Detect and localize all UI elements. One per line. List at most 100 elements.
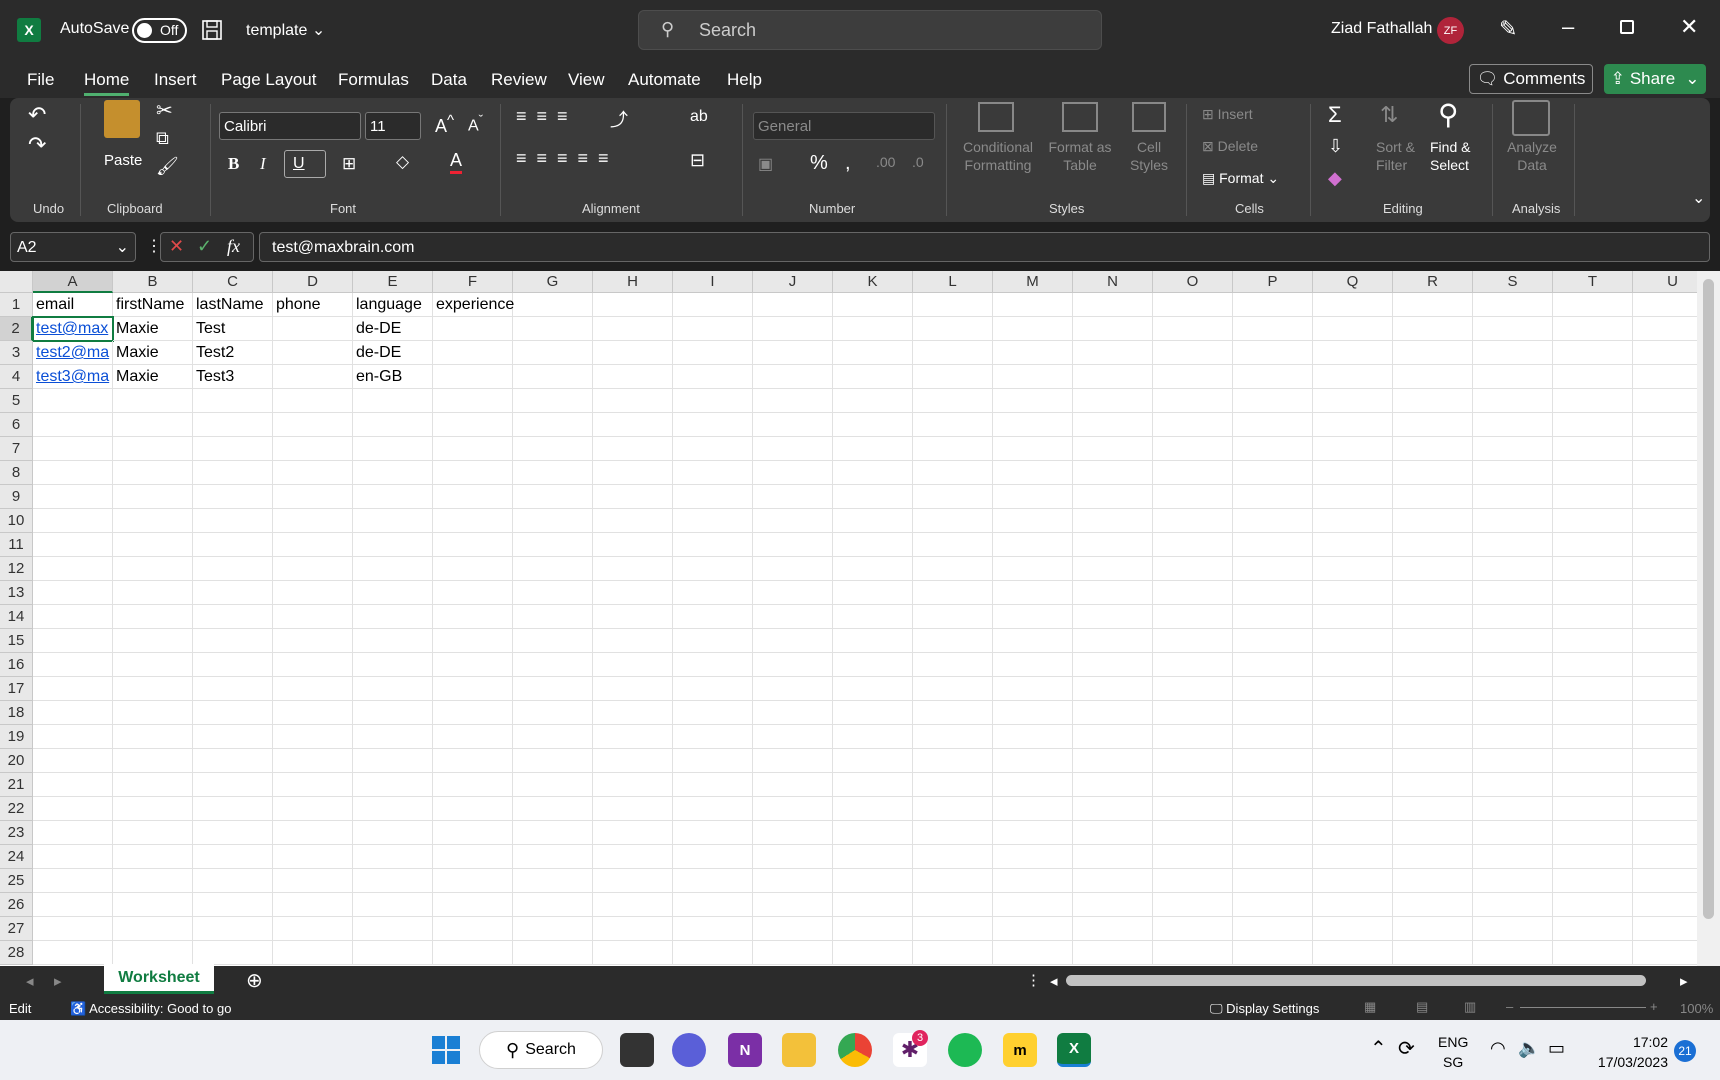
accessibility-status[interactable]: ♿ Accessibility: Good to go <box>70 1001 231 1017</box>
cell[interactable] <box>113 413 193 437</box>
cell[interactable] <box>433 629 513 653</box>
cell[interactable] <box>673 653 753 677</box>
row-header[interactable]: 28 <box>0 941 33 965</box>
column-header[interactable]: A <box>33 271 113 293</box>
cell[interactable] <box>1553 341 1633 365</box>
row-header[interactable]: 3 <box>0 341 33 365</box>
cell[interactable] <box>33 773 113 797</box>
cell[interactable]: test2@ma <box>33 341 113 365</box>
row-header[interactable]: 24 <box>0 845 33 869</box>
cell[interactable] <box>1233 725 1313 749</box>
cell[interactable] <box>433 317 513 341</box>
cell[interactable] <box>993 701 1073 725</box>
italic-icon[interactable]: I <box>260 154 266 174</box>
cell[interactable] <box>593 821 673 845</box>
cell[interactable] <box>673 869 753 893</box>
format-painter-icon[interactable]: 🖌 <box>156 156 179 177</box>
cell[interactable] <box>673 437 753 461</box>
minimize-icon[interactable]: – <box>1562 14 1574 40</box>
cell[interactable] <box>1393 605 1473 629</box>
cell[interactable] <box>833 581 913 605</box>
miro-icon[interactable]: m <box>1003 1033 1037 1067</box>
tab-page-layout[interactable]: Page Layout <box>221 70 316 90</box>
cell[interactable] <box>833 677 913 701</box>
cell[interactable] <box>1473 821 1553 845</box>
cell[interactable] <box>33 437 113 461</box>
number-format-select[interactable]: General <box>753 112 935 140</box>
cell[interactable]: Maxie <box>113 317 193 341</box>
column-header[interactable]: N <box>1073 271 1153 293</box>
increase-decimal-icon[interactable]: .00 <box>876 154 895 170</box>
cell[interactable] <box>1393 389 1473 413</box>
cell[interactable] <box>833 557 913 581</box>
cell[interactable] <box>273 365 353 389</box>
cell[interactable] <box>433 845 513 869</box>
cell[interactable] <box>353 653 433 677</box>
cell[interactable] <box>193 605 273 629</box>
cell[interactable] <box>193 917 273 941</box>
cell[interactable] <box>433 437 513 461</box>
cell[interactable] <box>273 629 353 653</box>
cell[interactable] <box>833 797 913 821</box>
cell[interactable] <box>753 941 833 965</box>
cell[interactable] <box>1553 821 1633 845</box>
cell[interactable] <box>833 389 913 413</box>
cell[interactable] <box>513 629 593 653</box>
cell[interactable] <box>353 605 433 629</box>
cell[interactable] <box>1073 341 1153 365</box>
cell[interactable] <box>1393 893 1473 917</box>
cell[interactable] <box>1153 677 1233 701</box>
cell[interactable] <box>193 701 273 725</box>
cell[interactable] <box>1073 821 1153 845</box>
cell[interactable] <box>1553 869 1633 893</box>
cell[interactable] <box>1153 581 1233 605</box>
cell[interactable] <box>353 917 433 941</box>
share-button[interactable]: ⇪ Share ⌄ <box>1604 64 1706 94</box>
row-header[interactable]: 20 <box>0 749 33 773</box>
cell[interactable] <box>1393 653 1473 677</box>
cell[interactable] <box>673 773 753 797</box>
cell[interactable] <box>1313 341 1393 365</box>
cell[interactable] <box>1073 629 1153 653</box>
cell[interactable] <box>433 797 513 821</box>
cell[interactable] <box>1393 773 1473 797</box>
cell[interactable] <box>353 941 433 965</box>
sheet-tab-worksheet[interactable]: Worksheet <box>104 964 214 994</box>
cell[interactable] <box>1313 533 1393 557</box>
cell[interactable] <box>193 677 273 701</box>
cell[interactable] <box>1153 317 1233 341</box>
cell[interactable] <box>1153 797 1233 821</box>
cell[interactable] <box>913 749 993 773</box>
cell[interactable] <box>1553 917 1633 941</box>
column-header[interactable]: Q <box>1313 271 1393 293</box>
cell[interactable] <box>993 797 1073 821</box>
comma-icon[interactable]: , <box>845 152 851 175</box>
comments-button[interactable]: 🗨 Comments <box>1469 64 1593 94</box>
row-header[interactable]: 8 <box>0 461 33 485</box>
scroll-right-icon[interactable]: ▸ <box>54 972 62 990</box>
cell[interactable]: en-GB <box>353 365 433 389</box>
cell[interactable] <box>273 797 353 821</box>
cell[interactable] <box>1553 437 1633 461</box>
cell[interactable] <box>593 629 673 653</box>
cell[interactable] <box>753 365 833 389</box>
cell[interactable] <box>753 893 833 917</box>
cell[interactable] <box>273 893 353 917</box>
cell[interactable] <box>1313 941 1393 965</box>
row-header[interactable]: 13 <box>0 581 33 605</box>
bold-icon[interactable]: B <box>228 154 239 174</box>
cell[interactable] <box>353 389 433 413</box>
cell[interactable] <box>273 581 353 605</box>
cell[interactable] <box>273 917 353 941</box>
cell[interactable] <box>1393 365 1473 389</box>
cell[interactable] <box>1233 677 1313 701</box>
zoom-out-icon[interactable]: – <box>1506 999 1513 1014</box>
cell[interactable] <box>513 581 593 605</box>
cell[interactable] <box>1553 941 1633 965</box>
cell[interactable] <box>1233 485 1313 509</box>
cell[interactable] <box>1073 845 1153 869</box>
cell[interactable] <box>1393 557 1473 581</box>
row-header[interactable]: 27 <box>0 917 33 941</box>
cell[interactable] <box>193 941 273 965</box>
cell[interactable] <box>993 533 1073 557</box>
